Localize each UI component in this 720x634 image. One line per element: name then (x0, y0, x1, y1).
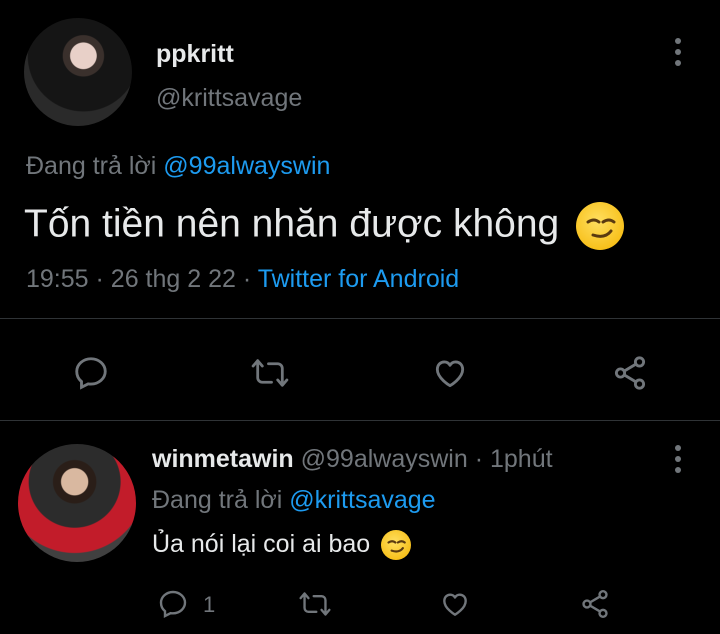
reply-prefix: Đang trả lời (152, 486, 283, 514)
retweet-icon[interactable] (298, 588, 332, 620)
display-name[interactable]: ppkritt (156, 40, 234, 69)
reply-prefix: Đang trả lời (26, 152, 157, 180)
avatar[interactable] (24, 18, 132, 126)
divider (0, 420, 720, 421)
tweet-source[interactable]: Twitter for Android (258, 265, 459, 293)
handle[interactable]: @krittsavage (156, 84, 302, 113)
reply-to-link[interactable]: @99alwayswin (163, 152, 330, 180)
tweet-date[interactable]: 26 thg 2 22 (111, 265, 236, 293)
reply-to-link[interactable]: @krittsavage (289, 486, 435, 514)
reply-context: Đang trả lời @99alwayswin (26, 152, 330, 181)
tweet-time[interactable]: 19:55 (26, 265, 89, 293)
reply-text-row: Ủa nói lại coi ai bao (152, 530, 412, 561)
handle[interactable]: @99alwayswin (301, 445, 468, 473)
divider (0, 318, 720, 319)
avatar[interactable] (18, 444, 136, 562)
share-icon[interactable] (610, 354, 650, 392)
smirk-emoji (381, 530, 412, 561)
tweet-meta: 19:55 · 26 thg 2 22 · Twitter for Androi… (26, 265, 460, 293)
display-name[interactable]: winmetawin (152, 445, 294, 473)
retweet-icon[interactable] (250, 354, 290, 392)
reply-header: winmetawin @99alwayswin · 1phút (152, 445, 553, 473)
share-icon[interactable] (578, 588, 612, 620)
like-icon[interactable] (438, 588, 472, 620)
reply-icon[interactable] (72, 354, 110, 392)
tweet-text: Tốn tiền nên nhăn được không (24, 202, 560, 246)
reply-text: Ủa nói lại coi ai bao (152, 530, 371, 558)
like-icon[interactable] (430, 354, 470, 392)
more-icon[interactable] (668, 36, 688, 70)
more-icon[interactable] (668, 443, 688, 477)
time-ago[interactable]: 1phút (490, 445, 553, 473)
reply-icon[interactable] (157, 588, 189, 620)
smirk-emoji (576, 202, 625, 250)
reply-context: Đang trả lời @krittsavage (152, 486, 436, 515)
tweet-text-row: Tốn tiền nên nhăn được không (24, 202, 625, 250)
reply-count: 1 (203, 592, 216, 617)
